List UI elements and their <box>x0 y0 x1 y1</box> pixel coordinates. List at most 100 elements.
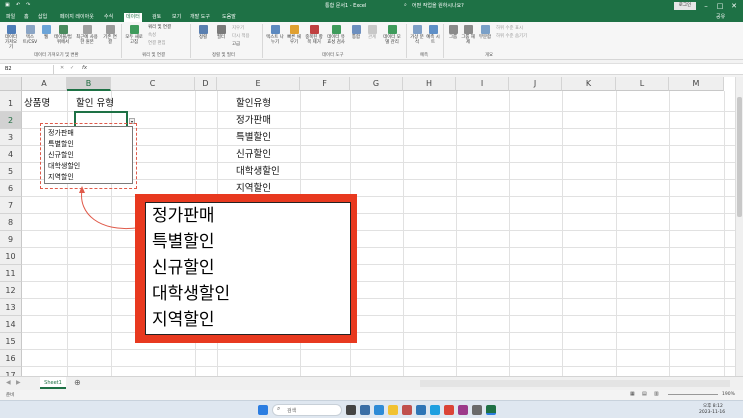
column-header-j[interactable]: J <box>509 77 562 91</box>
what-if-button[interactable]: 가상 분석 <box>410 25 424 45</box>
cancel-icon[interactable]: ✕ <box>60 65 64 71</box>
row-header-7[interactable]: 7 <box>0 197 22 214</box>
column-header-g[interactable]: G <box>350 77 403 91</box>
chat-icon[interactable] <box>374 405 384 415</box>
app-icon[interactable] <box>402 405 412 415</box>
subtotal-button[interactable]: 부분합 <box>477 25 493 40</box>
share-button[interactable]: 공유 <box>716 13 725 22</box>
edit-links-button[interactable]: 연결 편집 <box>148 41 178 46</box>
save-icon[interactable]: ▣ <box>5 2 10 8</box>
reapply-button[interactable]: 다시 적용 <box>232 34 256 39</box>
tab-data[interactable]: 데이터 <box>124 13 142 22</box>
column-header-l[interactable]: L <box>616 77 669 91</box>
normal-view-icon[interactable]: ▦ <box>630 391 635 397</box>
widgets-icon[interactable] <box>346 405 356 415</box>
taskbar-search-box[interactable]: ⌕ 검색 <box>272 404 342 416</box>
zoom-slider[interactable] <box>668 394 718 395</box>
column-header-f[interactable]: F <box>300 77 350 91</box>
excel-taskbar-icon[interactable] <box>486 405 496 415</box>
select-all-button[interactable] <box>0 77 22 91</box>
data-model-button[interactable]: 데이터 모델 관리 <box>382 25 402 45</box>
cell-a1[interactable]: 상품명 <box>24 95 50 112</box>
store-icon[interactable] <box>416 405 426 415</box>
row-header-6[interactable]: 6 <box>0 180 22 197</box>
tab-developer[interactable]: 개발 도구 <box>190 13 210 22</box>
from-table-button[interactable]: 테이블/범위에서 <box>54 25 72 45</box>
row-header-12[interactable]: 12 <box>0 282 22 299</box>
dropdown-option[interactable]: 대학생할인 <box>48 161 80 171</box>
flash-fill-button[interactable]: 빠른 채우기 <box>286 25 302 45</box>
consolidate-button[interactable]: 통합 <box>350 25 362 40</box>
data-validation-button[interactable]: 데이터 유효성 검사 <box>326 25 346 45</box>
tell-me-search[interactable]: 어떤 작업을 원하시나요? <box>412 2 464 9</box>
tab-review[interactable]: 검토 <box>152 13 161 22</box>
name-box[interactable]: B2 <box>2 65 54 74</box>
column-header-c[interactable]: C <box>111 77 195 91</box>
zoom-level[interactable]: 190% <box>722 392 735 397</box>
next-sheet-icon[interactable]: ▶ <box>16 379 21 386</box>
column-header-a[interactable]: A <box>22 77 67 91</box>
cell-e4[interactable]: 신규할인 <box>236 146 271 163</box>
page-break-icon[interactable]: ▥ <box>654 391 659 397</box>
tab-page-layout[interactable]: 페이지 레이아웃 <box>60 13 94 22</box>
search-icon[interactable]: ⌕ <box>404 2 407 8</box>
dropdown-option[interactable]: 특별할인 <box>48 139 74 149</box>
dropdown-option[interactable]: 정가판매 <box>48 128 74 138</box>
prev-sheet-icon[interactable]: ◀ <box>6 379 11 386</box>
validation-dropdown-list[interactable]: 정가판매 특별할인 신규할인 대학생할인 지역할인 <box>44 126 133 184</box>
formula-input[interactable] <box>94 65 734 74</box>
horizontal-scrollbar[interactable] <box>420 380 730 387</box>
task-view-icon[interactable] <box>360 405 370 415</box>
column-header-i[interactable]: I <box>456 77 509 91</box>
enter-icon[interactable]: ✓ <box>70 65 74 71</box>
row-header-8[interactable]: 8 <box>0 214 22 231</box>
queries-connections-button[interactable]: 쿼리 및 연결 <box>148 25 184 30</box>
minimize-button[interactable]: – <box>700 1 712 11</box>
properties-button[interactable]: 속성 <box>148 33 178 38</box>
tab-file[interactable]: 파일 <box>6 13 15 22</box>
undo-icon[interactable]: ↶ <box>16 2 20 8</box>
redo-icon[interactable]: ↷ <box>26 2 30 8</box>
chrome-icon[interactable] <box>444 405 454 415</box>
vertical-scrollbar[interactable] <box>735 77 743 376</box>
get-data-button[interactable]: 데이터 가져오기 <box>3 25 19 50</box>
dropdown-option[interactable]: 신규할인 <box>48 150 74 160</box>
filter-button[interactable]: 필터 <box>214 25 228 40</box>
row-header-13[interactable]: 13 <box>0 299 22 316</box>
cell-e5[interactable]: 대학생할인 <box>236 163 280 180</box>
show-detail-button[interactable]: 하위 수준 표시 <box>496 26 532 31</box>
from-web-button[interactable]: 웹 <box>40 25 52 40</box>
row-header-14[interactable]: 14 <box>0 316 22 333</box>
maximize-button[interactable]: □ <box>714 1 726 11</box>
tab-insert[interactable]: 삽입 <box>38 13 47 22</box>
column-header-e[interactable]: E <box>217 77 300 91</box>
page-layout-icon[interactable]: ▤ <box>642 391 647 397</box>
cell-e1[interactable]: 할인유형 <box>236 95 271 112</box>
insert-function-button[interactable]: fx <box>82 65 87 71</box>
cell-e2[interactable]: 정가판매 <box>236 112 271 129</box>
column-header-m[interactable]: M <box>669 77 724 91</box>
relationships-button[interactable]: 관계 <box>366 25 378 40</box>
row-header-10[interactable]: 10 <box>0 248 22 265</box>
column-header-h[interactable]: H <box>403 77 456 91</box>
cell-b1[interactable]: 할인 유형 <box>76 95 114 112</box>
text-to-columns-button[interactable]: 텍스트 나누기 <box>266 25 284 45</box>
tab-home[interactable]: 홈 <box>24 13 29 22</box>
ungroup-button[interactable]: 그룹 해제 <box>461 25 475 45</box>
column-header-d[interactable]: D <box>195 77 217 91</box>
app-icon-3[interactable] <box>472 405 482 415</box>
row-header-5[interactable]: 5 <box>0 163 22 180</box>
clear-filter-button[interactable]: 지우기 <box>232 26 252 31</box>
row-header-16[interactable]: 16 <box>0 350 22 367</box>
group-button[interactable]: 그룹 <box>447 25 459 40</box>
tab-formulas[interactable]: 수식 <box>104 13 113 22</box>
scrollbar-thumb[interactable] <box>737 97 742 217</box>
dropdown-option[interactable]: 지역할인 <box>48 172 74 182</box>
row-header-9[interactable]: 9 <box>0 231 22 248</box>
advanced-button[interactable]: 고급 <box>232 42 252 47</box>
add-sheet-icon[interactable]: ⊕ <box>74 378 81 387</box>
recent-sources-button[interactable]: 최근에 사용한 원본 <box>76 25 98 45</box>
tab-view[interactable]: 보기 <box>172 13 181 22</box>
cell-e3[interactable]: 특별할인 <box>236 129 271 146</box>
row-header-1[interactable]: 1 <box>0 95 22 112</box>
